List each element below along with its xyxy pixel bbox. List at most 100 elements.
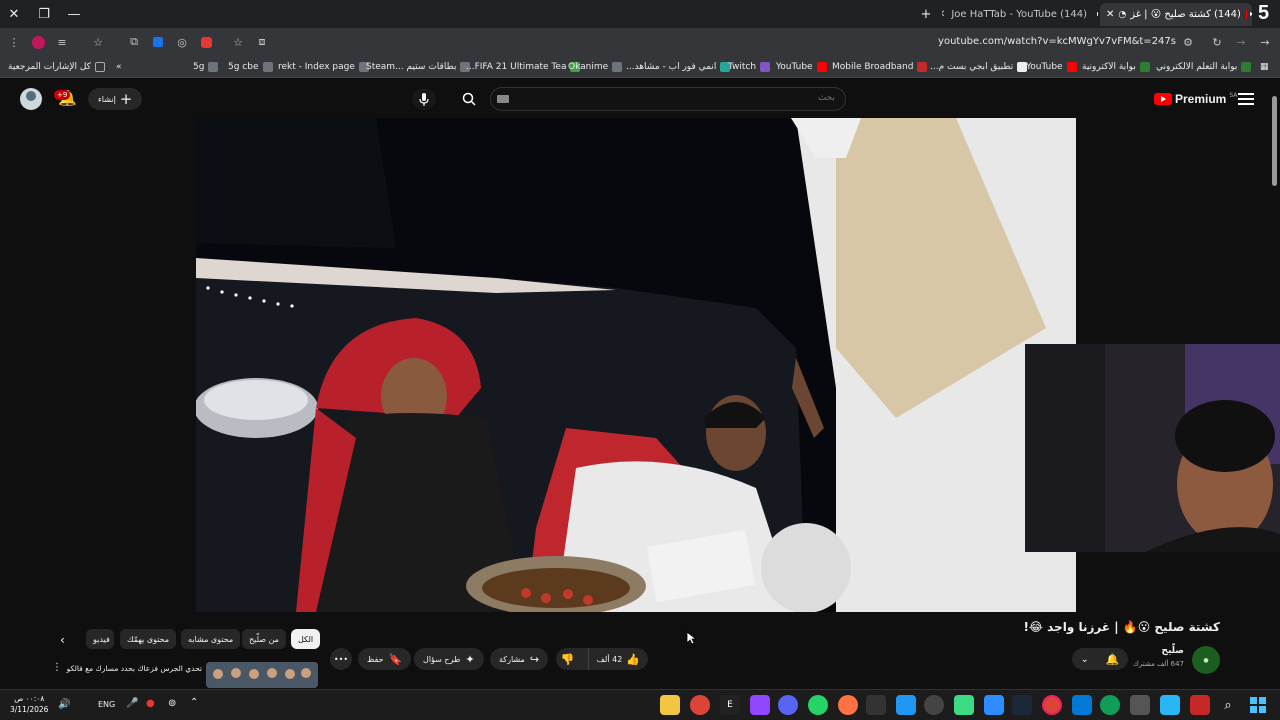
bookmark-item[interactable]: بوابة التعلم الالكتروني xyxy=(1156,59,1252,75)
subscribed-notifications-button[interactable]: ⌄ 🔔 xyxy=(1072,648,1128,670)
forward-icon[interactable]: → xyxy=(1233,34,1249,50)
keyboard-icon[interactable] xyxy=(497,95,509,103)
audio-playing-icon[interactable]: ◔ xyxy=(1118,10,1126,20)
chip-from-channel[interactable]: من صلّيح xyxy=(242,629,286,649)
bookmark-item[interactable]: rekt - Index page xyxy=(278,59,369,75)
store-icon[interactable] xyxy=(1130,695,1150,715)
extension-gray-icon[interactable]: ◎ xyxy=(174,34,190,50)
minimize-window-icon[interactable]: — xyxy=(64,4,84,24)
like-button[interactable]: 👍 42 ألف xyxy=(587,648,648,670)
chrome-icon[interactable] xyxy=(690,695,710,715)
twitch-icon[interactable] xyxy=(750,695,770,715)
extension-blue-icon[interactable] xyxy=(150,34,166,50)
restore-window-icon[interactable]: ❐ xyxy=(34,4,54,24)
edge-icon[interactable] xyxy=(1100,695,1120,715)
scrollbar-thumb[interactable] xyxy=(1272,96,1277,186)
new-tab-button[interactable]: + xyxy=(916,4,936,24)
url-field[interactable]: youtube.com/watch?v=kcMWgYv7vFM&t=247s xyxy=(938,33,1176,51)
tab-active-video[interactable]: (144) كشتة صليح 😮 | غز ◔ ✕ xyxy=(1100,3,1252,26)
xbox-icon[interactable] xyxy=(954,695,974,715)
outlook-icon[interactable] xyxy=(1072,695,1092,715)
chrome-profile-icon[interactable] xyxy=(1042,695,1062,715)
speaker-icon[interactable]: 🔊 xyxy=(58,699,70,710)
chips-prev-icon[interactable]: ‹ xyxy=(60,633,65,647)
tab-close-icon[interactable]: ✕ xyxy=(1106,9,1114,20)
bookmark-item[interactable]: بوابة الاكترونية xyxy=(1082,59,1150,75)
chip-all[interactable]: الكل xyxy=(291,629,321,649)
chip-videos[interactable]: فيديو xyxy=(86,629,114,649)
channel-name[interactable]: صلّيح xyxy=(1161,646,1184,656)
tab-close-icon[interactable]: ✕ xyxy=(942,9,945,20)
profile-avatar[interactable] xyxy=(30,34,46,50)
all-bookmarks-folder[interactable]: كل الإشارات المرجعية xyxy=(8,59,105,75)
bookmark-item[interactable]: YouTube xyxy=(776,59,827,75)
bookmark-item[interactable]: Twitch xyxy=(728,59,771,75)
mic-tray-icon[interactable]: 🎤 xyxy=(126,698,138,709)
app-chat-icon[interactable] xyxy=(984,695,1004,715)
tab-joe-hattab[interactable]: (144) Joe HaTTab - YouTube ✕ xyxy=(942,3,1098,26)
video-player[interactable] xyxy=(196,118,1076,612)
clock[interactable]: ٠٠:٠٨ ص 3/11/2026 xyxy=(10,693,48,715)
up-next-menu-icon[interactable]: ⋮ xyxy=(52,662,62,673)
channel-avatar[interactable]: ● xyxy=(1192,646,1220,674)
file-explorer-icon[interactable] xyxy=(660,695,680,715)
chip-related[interactable]: محتوى مشابه xyxy=(181,629,241,649)
reading-list-icon[interactable]: ≡ xyxy=(54,34,70,50)
bookmark-item[interactable]: انمي فور اب - مشاهد... xyxy=(626,59,731,75)
search-button[interactable] xyxy=(456,88,482,110)
whatsapp-icon[interactable] xyxy=(808,695,828,715)
site-settings-icon[interactable]: ⚙ xyxy=(1180,34,1196,50)
app-blue-icon[interactable] xyxy=(896,695,916,715)
search-input[interactable]: بحث xyxy=(490,87,846,111)
language-indicator[interactable]: ENG xyxy=(98,700,115,709)
bookmark-page-star-icon[interactable]: ☆ xyxy=(230,34,246,50)
app-light-blue-icon[interactable] xyxy=(1160,695,1180,715)
obs-icon[interactable] xyxy=(924,695,944,715)
bookmarks-bar: كل الإشارات المرجعية » 5g 5g cbe rekt - … xyxy=(0,56,1280,78)
bookmark-item[interactable]: Okanime xyxy=(568,59,623,75)
chip-for-you[interactable]: محتوى يهمّك xyxy=(120,629,177,649)
search-icon xyxy=(462,92,476,106)
app-dark-icon[interactable] xyxy=(866,695,886,715)
bookmark-item[interactable]: FIFA 21 Ultimate Tea... xyxy=(466,59,581,75)
bookmark-item[interactable]: تطبيق ابجي بست م... xyxy=(930,59,1028,75)
tray-expand-icon[interactable]: ⌃ xyxy=(190,697,198,708)
bookmark-item[interactable]: Mobile Broadband xyxy=(832,59,928,75)
save-button[interactable]: 🔖 حفظ xyxy=(358,648,412,670)
create-button[interactable]: + إنشاء xyxy=(88,88,143,110)
bookmark-item[interactable]: 5g cbe xyxy=(228,59,273,75)
windows-taskbar: ٠٠:٠٨ ص 3/11/2026 🔊 ENG 🎤 ● ⊚ ⌃ E ⌕ xyxy=(0,689,1280,720)
youtube-premium-logo[interactable]: Premium SA xyxy=(1154,92,1237,106)
dislike-button[interactable]: 👎 xyxy=(553,648,583,670)
bookmarks-star-icon[interactable]: ☆ xyxy=(90,34,106,50)
adblock-icon[interactable] xyxy=(198,34,214,50)
account-avatar[interactable] xyxy=(20,88,42,110)
app-red-icon[interactable] xyxy=(1190,695,1210,715)
more-actions-button[interactable]: ••• xyxy=(330,648,352,670)
apps-grid-icon[interactable]: ▦ xyxy=(1260,59,1269,75)
up-next-thumbnail[interactable] xyxy=(206,662,318,688)
extensions-icon[interactable]: ⧉ xyxy=(126,34,142,50)
discord-icon[interactable] xyxy=(778,695,798,715)
up-next-title[interactable]: تحدي الجرس فزعاك بحدد مسارك مع فالكونز xyxy=(66,664,202,673)
browser-menu-icon[interactable]: ⋮ xyxy=(6,34,22,50)
install-app-icon[interactable]: ⧈ xyxy=(254,34,270,50)
reload-icon[interactable]: ↻ xyxy=(1209,34,1225,50)
back-icon[interactable]: → xyxy=(1257,34,1273,50)
app-orange-icon[interactable] xyxy=(838,695,858,715)
bookmark-item[interactable]: YouTube xyxy=(1026,59,1077,75)
bookmark-item[interactable]: بطاقات ستيم ...Steam xyxy=(366,59,471,75)
steam-icon[interactable] xyxy=(1012,695,1032,715)
start-button[interactable] xyxy=(1248,695,1268,715)
bookmarks-overflow-icon[interactable]: » xyxy=(116,59,122,75)
tray-app-icon[interactable]: ● xyxy=(146,698,155,709)
voice-search-button[interactable] xyxy=(412,88,436,110)
share-button[interactable]: ↪ مشاركة xyxy=(490,648,549,670)
close-window-icon[interactable]: ✕ xyxy=(4,4,24,24)
bookmark-item[interactable]: 5g xyxy=(193,59,219,75)
taskbar-search-icon[interactable]: ⌕ xyxy=(1218,695,1238,715)
epic-games-icon[interactable]: E xyxy=(720,695,740,715)
ask-button[interactable]: ✦ طرح سؤال xyxy=(414,648,484,670)
network-icon[interactable]: ⊚ xyxy=(168,698,176,709)
guide-menu-icon[interactable] xyxy=(1238,92,1254,106)
